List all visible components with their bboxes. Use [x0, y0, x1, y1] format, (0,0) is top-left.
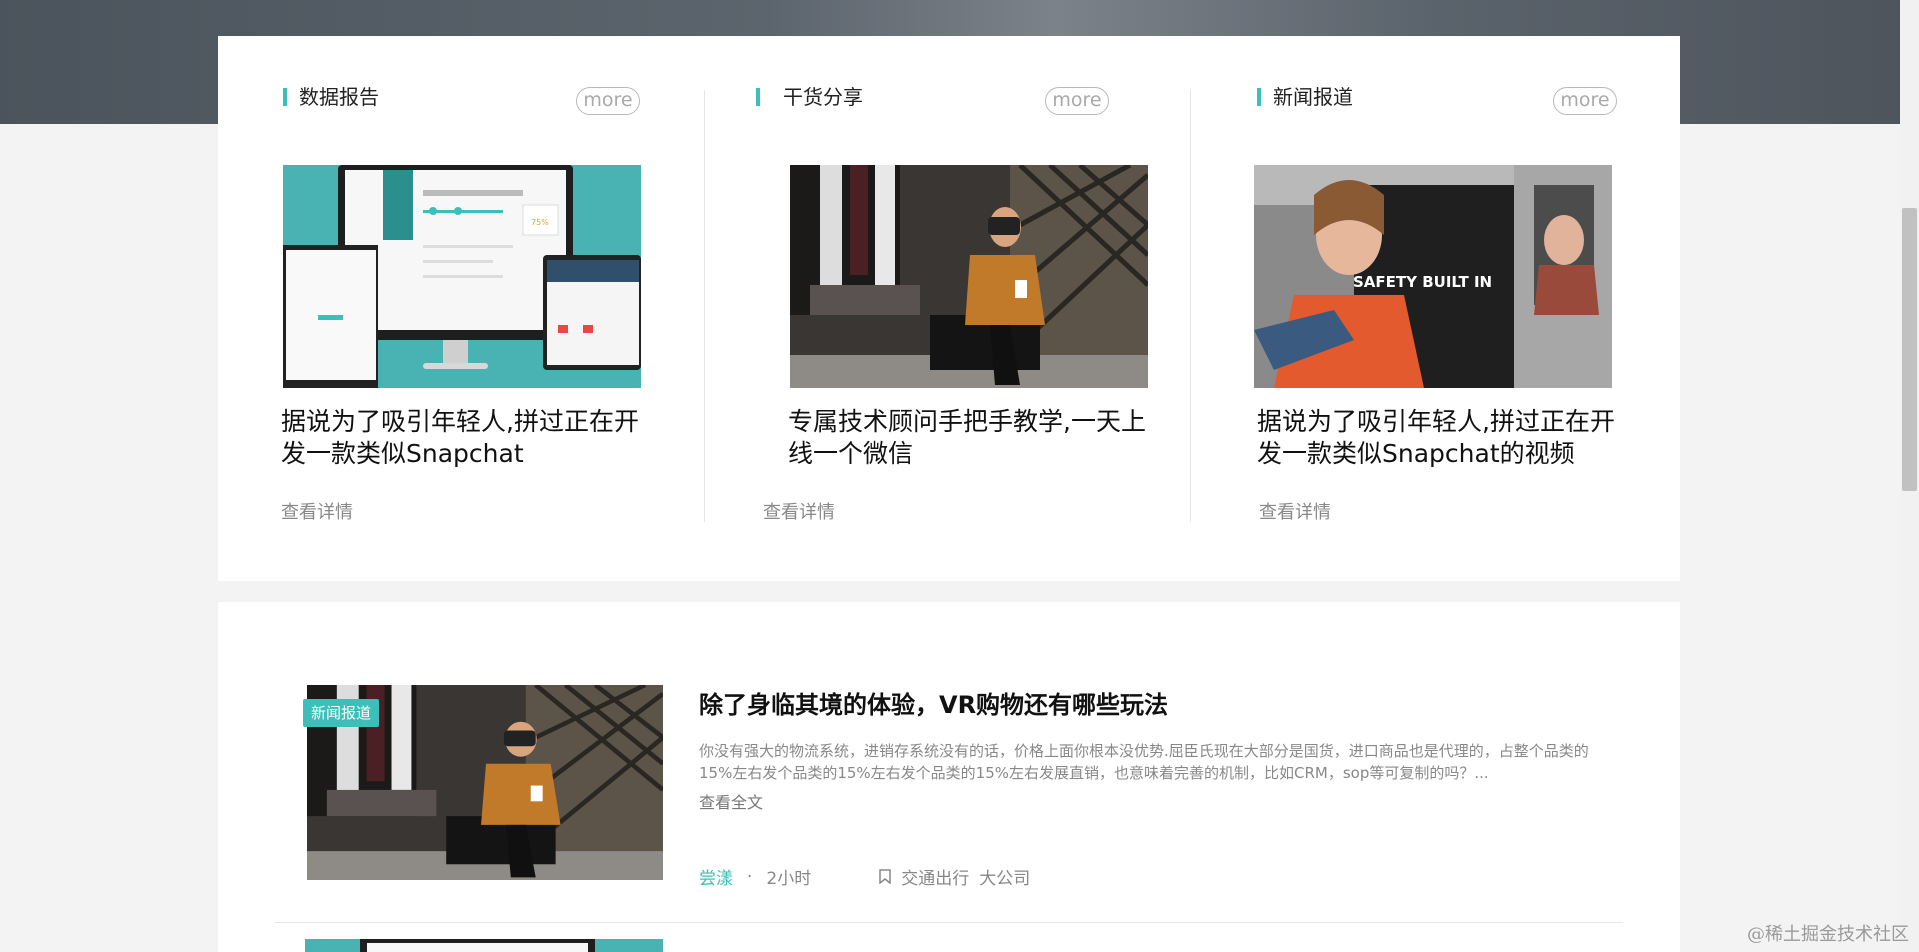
column-title: 新闻报道 [1273, 85, 1353, 109]
svg-text:75%: 75% [531, 218, 549, 227]
column-title: 干货分享 [783, 85, 863, 109]
more-button[interactable]: more [1553, 87, 1617, 115]
category-columns-card: 数据报告 more 75% 据说为了吸引年轻人,拼过正在开发一款类似Snapch… [218, 36, 1680, 581]
view-details-link[interactable]: 查看详情 [1259, 498, 1331, 524]
view-details-link[interactable]: 查看详情 [763, 498, 835, 524]
list-divider [275, 922, 1623, 923]
safety-car-image: SAFETY BUILT IN [1254, 165, 1612, 388]
image-caption: SAFETY BUILT IN [1353, 273, 1492, 291]
vertical-scrollbar[interactable] [1900, 0, 1919, 952]
vr-shopping-image [790, 165, 1148, 388]
column-thumbnail[interactable]: 75% [283, 165, 641, 388]
read-full-link[interactable]: 查看全文 [699, 789, 763, 813]
category-tag[interactable]: 新闻报道 [303, 699, 380, 727]
column-headline[interactable]: 据说为了吸引年轻人,拼过正在开发一款类似Snapchat的视频 [1257, 406, 1622, 470]
column-title: 数据报告 [299, 85, 379, 109]
author-name[interactable]: 尝漾 [699, 864, 733, 889]
column-thumbnail[interactable] [790, 165, 1148, 388]
article-excerpt: 你没有强大的物流系统，进销存系统没有的话，价格上面你根本没优势.屈臣氏现在大部分… [699, 742, 1589, 782]
more-button[interactable]: more [1045, 87, 1109, 115]
category-link[interactable]: 交通出行 [901, 864, 969, 889]
next-article-thumbnail[interactable] [305, 939, 663, 952]
article-title[interactable]: 除了身临其境的体验，VR购物还有哪些玩法 [699, 685, 1168, 720]
column-divider [704, 90, 705, 522]
view-details-link[interactable]: 查看详情 [281, 498, 353, 524]
bookmark-icon[interactable] [879, 869, 891, 884]
section-accent-bar [1257, 88, 1261, 106]
scrollbar-thumb[interactable] [1902, 208, 1917, 491]
watermark: @稀土掘金技术社区 [1747, 924, 1909, 945]
section-accent-bar [283, 88, 287, 106]
column-thumbnail[interactable]: SAFETY BUILT IN [1254, 165, 1612, 388]
section-accent-bar [756, 88, 760, 106]
column-headline[interactable]: 据说为了吸引年轻人,拼过正在开发一款类似Snapchat [281, 406, 646, 470]
more-button[interactable]: more [576, 87, 640, 115]
column-headline[interactable]: 专属技术顾问手把手教学,一天上线一个微信 [788, 406, 1153, 470]
category-link[interactable]: 大公司 [979, 864, 1030, 889]
devices-image: 75% [283, 165, 641, 388]
meta-separator: · [747, 866, 753, 887]
article-meta: 尝漾 · 2小时 交通出行 大公司 [699, 864, 1030, 890]
article-list-card: 新闻报道 除了身临其境的体验，VR购物还有哪些玩法 你没有强大的物流系统，进销存… [218, 602, 1680, 952]
column-divider [1190, 90, 1191, 522]
publish-time: 2小时 [766, 869, 812, 889]
